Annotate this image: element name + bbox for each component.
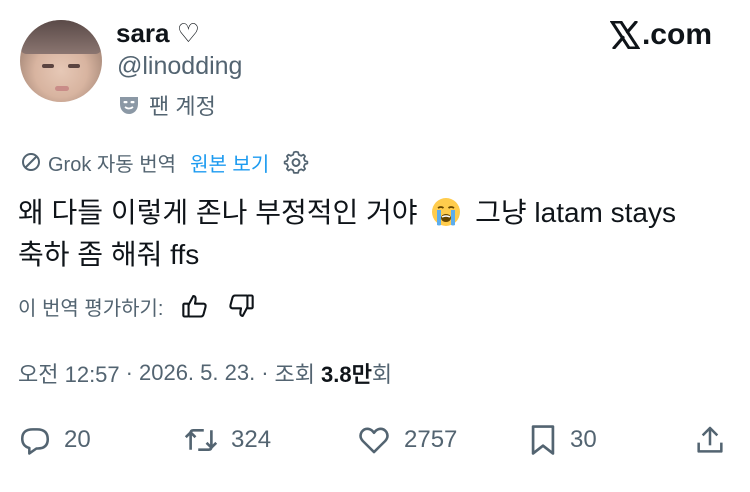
repost-button[interactable]: 324	[183, 420, 271, 460]
reply-icon	[20, 428, 50, 455]
repost-count: 324	[231, 426, 272, 453]
views-suffix: 회	[371, 362, 393, 387]
gear-icon[interactable]	[283, 149, 309, 175]
fan-account-label: 팬 계정	[149, 94, 216, 119]
loudly-crying-face-icon	[431, 197, 461, 227]
tweet-line2: 축하 좀 해줘 ffs	[18, 239, 200, 270]
share-icon	[697, 426, 723, 453]
bookmark-button[interactable]: 30	[528, 420, 597, 460]
heart-icon	[359, 427, 389, 454]
view-original-link[interactable]: 원본 보기	[190, 148, 269, 177]
tweet-meta: 오전 12:57 · 2026. 5. 23. · 조회 3.8만 회	[18, 357, 392, 389]
like-count: 2757	[404, 426, 458, 453]
translate-slash-icon	[20, 151, 42, 173]
reply-button[interactable]: 20	[18, 420, 91, 460]
thumbs-down-icon[interactable]	[227, 292, 255, 320]
rate-translation-bar: 이 번역 평가하기:	[18, 291, 255, 321]
x-icon	[609, 21, 640, 49]
like-button[interactable]: 2757	[356, 420, 457, 460]
avatar[interactable]	[20, 20, 102, 102]
bookmark-count: 30	[570, 426, 597, 453]
tweet-line1-b: 그냥 latam stays	[475, 197, 677, 228]
bookmark-icon	[531, 425, 555, 455]
display-name[interactable]: sara ♡	[116, 18, 200, 49]
rate-translation-label: 이 번역 평가하기:	[18, 297, 164, 320]
views-count: 3.8만	[321, 362, 372, 387]
logo-text: .com	[641, 18, 712, 51]
repost-icon	[184, 428, 218, 452]
user-handle[interactable]: @linodding	[117, 52, 242, 81]
x-logo: .com	[609, 18, 712, 52]
tweet-date[interactable]: 2026. 5. 23.	[139, 360, 255, 386]
share-button[interactable]	[694, 420, 726, 460]
thumbs-up-icon[interactable]	[181, 292, 209, 320]
tweet-text: 왜 다들 이렇게 존나 부정적인 거야 그냥 latam stays 축하 좀 …	[18, 192, 738, 276]
mask-icon	[117, 93, 141, 117]
fan-account-badge: 팬 계정	[117, 90, 216, 120]
auto-translate-label: Grok 자동 번역	[48, 153, 177, 176]
tweet-actions: 20 324 2757 30	[18, 420, 730, 460]
views-prefix: 조회	[274, 362, 316, 387]
tweet-time[interactable]: 오전 12:57	[18, 357, 120, 389]
reply-count: 20	[64, 426, 91, 453]
tweet-line1-a: 왜 다들 이렇게 존나 부정적인 거야	[18, 197, 418, 228]
translation-bar: Grok 자동 번역 원본 보기	[20, 147, 309, 177]
